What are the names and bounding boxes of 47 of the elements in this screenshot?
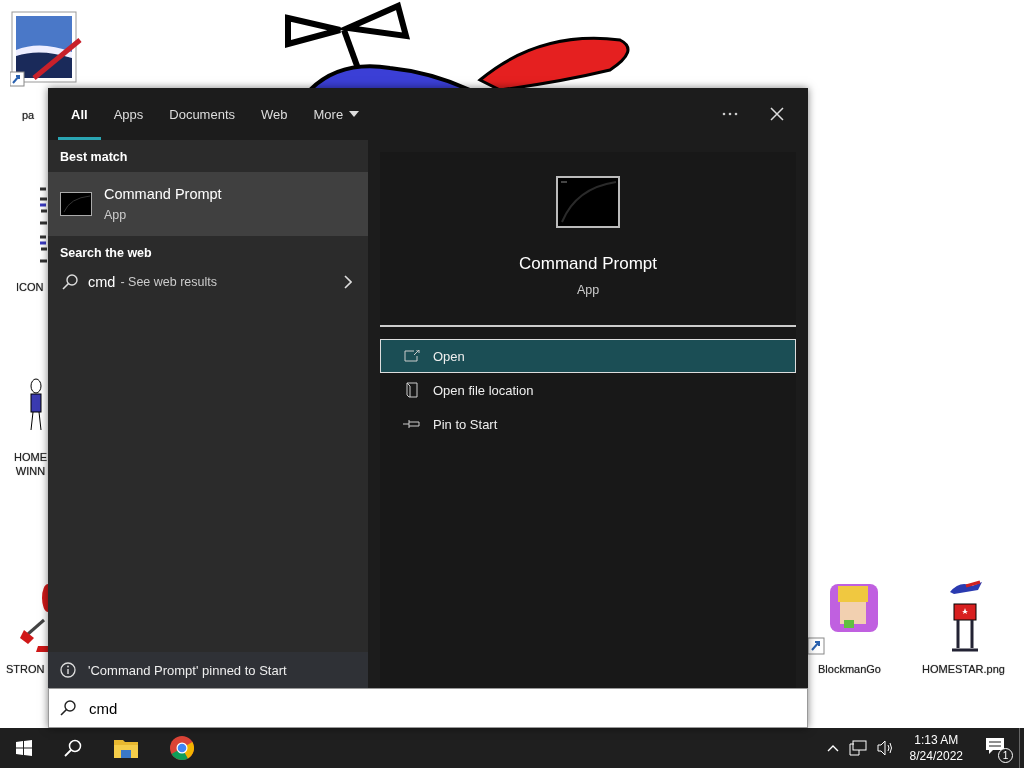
open-window-icon: [403, 350, 421, 362]
action-item[interactable]: Pin to Start: [380, 407, 796, 441]
browser-icon[interactable]: [170, 736, 194, 760]
more-options-icon[interactable]: [722, 112, 738, 116]
filter-tab[interactable]: Web: [248, 88, 301, 140]
search-icon[interactable]: [64, 739, 82, 757]
pin-icon: [403, 419, 421, 429]
close-icon[interactable]: [770, 107, 784, 121]
info-icon: [60, 662, 76, 678]
filter-tab[interactable]: Apps: [100, 88, 157, 140]
result-type: App: [104, 208, 128, 222]
chevron-up-icon[interactable]: [826, 744, 839, 752]
speech-bubble-icon: [985, 737, 1005, 755]
desktop-icon-label: pa: [22, 108, 35, 122]
notification-count: 1: [998, 748, 1013, 763]
search-icon: [62, 274, 78, 290]
section-heading: Search the web: [59, 245, 153, 262]
action-item[interactable]: Open: [380, 339, 796, 373]
filter-tab[interactable]: More: [300, 88, 373, 140]
search-icon: [60, 700, 76, 716]
notifications-button[interactable]: 1: [977, 733, 1015, 763]
app-title: Command Prompt: [519, 254, 657, 274]
network-icon[interactable]: [848, 740, 867, 756]
speaker-icon[interactable]: [876, 740, 895, 756]
desktop-icon-label: HOMESTAR.png: [922, 662, 1005, 676]
chevron-right-icon: [344, 275, 352, 289]
folder-icon[interactable]: [114, 738, 138, 758]
desktop-icon-label: HOME WINN: [14, 450, 47, 478]
app-type: App: [576, 283, 600, 297]
desktop-icon-label: ICON: [16, 280, 44, 294]
clock[interactable]: 1:13 AM 8/24/2022: [899, 732, 973, 764]
action-item[interactable]: Open file location: [380, 373, 796, 407]
terminal-icon: [556, 176, 620, 228]
desktop-icon[interactable]: [10, 10, 84, 88]
section-heading: Best match: [59, 149, 129, 166]
terminal-icon: [60, 192, 92, 216]
folder-icon: [403, 382, 421, 398]
filter-tab[interactable]: Documents: [156, 88, 248, 140]
desktop-icon-label: BlockmanGo: [818, 662, 881, 676]
caret-icon: [349, 111, 360, 117]
best-match-result[interactable]: Command Prompt App: [48, 172, 368, 236]
windows-logo-icon[interactable]: [16, 740, 32, 756]
pinned-notice: 'Command Prompt' pinned to Start: [88, 662, 287, 678]
desktop-icon-label: STRON: [6, 662, 45, 676]
result-title: Command Prompt: [104, 186, 222, 202]
search-field[interactable]: cmd: [48, 688, 808, 728]
web-search-result[interactable]: cmd - See web results: [48, 268, 368, 298]
